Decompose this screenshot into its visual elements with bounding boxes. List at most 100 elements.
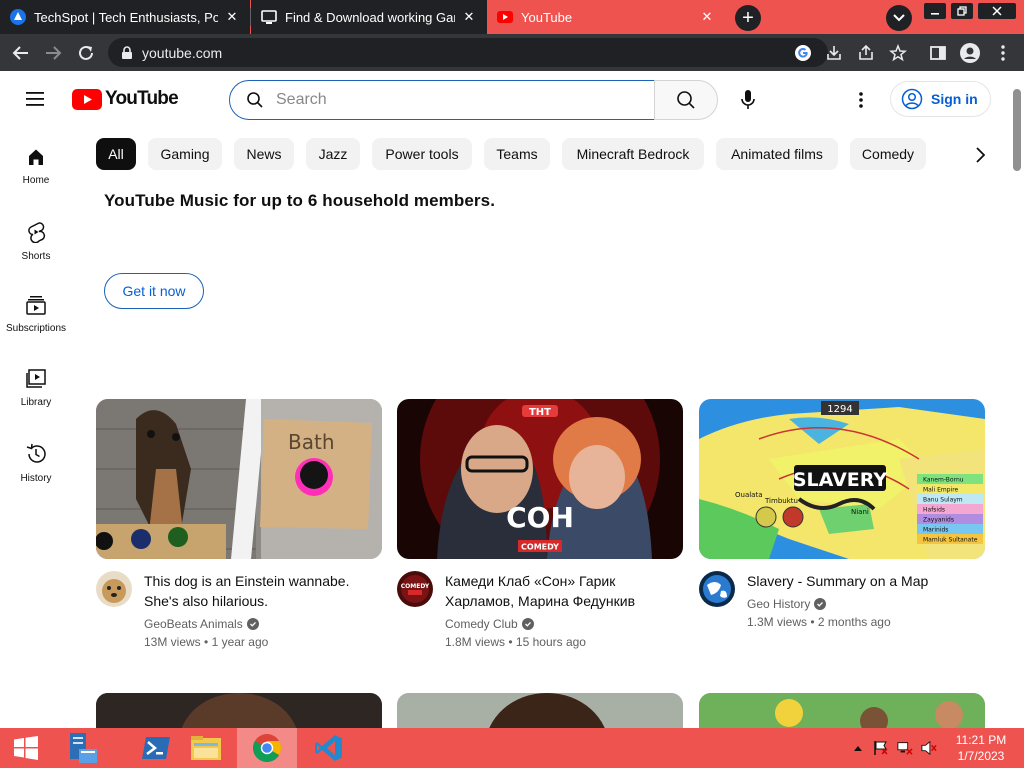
techspot-icon bbox=[10, 9, 26, 25]
tab-youtube[interactable]: YouTube ✕ bbox=[487, 0, 725, 34]
search-button[interactable] bbox=[654, 80, 718, 120]
thumb-year: 1294 bbox=[827, 404, 852, 415]
chip-teams[interactable]: Teams bbox=[484, 138, 550, 170]
chip-news[interactable]: News bbox=[234, 138, 294, 170]
channel-name[interactable]: Comedy Club bbox=[445, 617, 675, 631]
chevron-up-icon[interactable] bbox=[850, 740, 866, 756]
promo-title: YouTube Music for up to 6 household memb… bbox=[104, 191, 496, 210]
video-title[interactable]: Slavery - Summary on a Map bbox=[747, 571, 977, 591]
tab-title: YouTube bbox=[521, 9, 573, 25]
channel-avatar[interactable]: COMEDY bbox=[397, 571, 433, 607]
chrome-icon bbox=[253, 734, 281, 762]
minimize-button[interactable] bbox=[924, 3, 946, 19]
video-text: Slavery - Summary on a Map Geo History 1… bbox=[747, 571, 977, 629]
page-scrollbar[interactable] bbox=[1010, 71, 1024, 727]
close-icon[interactable]: ✕ bbox=[699, 9, 715, 25]
scrollbar-thumb[interactable] bbox=[1013, 89, 1021, 171]
profile-icon[interactable] bbox=[960, 43, 980, 63]
video-title[interactable]: Камеди Клаб «Сон» Гарик Харламов, Марина… bbox=[445, 571, 675, 611]
channel-avatar[interactable] bbox=[96, 571, 132, 607]
bookmark-star-icon[interactable] bbox=[888, 43, 908, 63]
voice-search-button[interactable] bbox=[728, 80, 768, 120]
video-thumbnail[interactable] bbox=[699, 693, 985, 733]
forward-button[interactable] bbox=[41, 41, 65, 65]
powershell-icon bbox=[142, 737, 170, 759]
close-window-button[interactable] bbox=[978, 3, 1016, 19]
tab-search-button[interactable] bbox=[886, 5, 912, 31]
sidebar-item-label: Subscriptions bbox=[5, 323, 67, 334]
video-thumbnail[interactable] bbox=[397, 693, 683, 733]
share-icon[interactable] bbox=[856, 43, 876, 63]
video-thumbnail[interactable] bbox=[96, 693, 382, 733]
install-app-icon[interactable] bbox=[824, 43, 844, 63]
start-icon bbox=[14, 736, 38, 760]
taskbar-vscode[interactable] bbox=[299, 728, 359, 768]
kebab-menu-icon[interactable] bbox=[993, 43, 1013, 63]
chip-animated-films[interactable]: Animated films bbox=[716, 138, 838, 170]
chip-power-tools[interactable]: Power tools bbox=[372, 138, 472, 170]
sidebar-item-label: Home bbox=[22, 175, 50, 186]
microphone-icon bbox=[741, 90, 755, 109]
tab-techspot[interactable]: TechSpot | Tech Enthusiasts, Power Users… bbox=[0, 0, 250, 34]
vscode-icon bbox=[315, 735, 342, 761]
sidebar-item-subscriptions[interactable]: Subscriptions bbox=[0, 275, 72, 349]
sidebar-item-library[interactable]: Library bbox=[0, 349, 72, 423]
channel-name-label: Comedy Club bbox=[445, 617, 518, 631]
subscriptions-icon bbox=[26, 296, 46, 315]
close-icon[interactable]: ✕ bbox=[461, 9, 477, 25]
video-card[interactable]: ТНТ СОН COMEDY COMEDY Камеди Клаб «Сон» … bbox=[397, 399, 683, 655]
tab-games[interactable]: Find & Download working Games ✕ bbox=[251, 0, 487, 34]
new-tab-button[interactable]: + bbox=[735, 5, 761, 31]
video-thumbnail[interactable]: Bath bbox=[96, 399, 382, 559]
channel-name[interactable]: Geo History bbox=[747, 597, 977, 611]
chip-gaming[interactable]: Gaming bbox=[148, 138, 222, 170]
get-it-now-button[interactable]: Get it now bbox=[104, 273, 204, 309]
sidebar-item-history[interactable]: History bbox=[0, 423, 72, 497]
windows-taskbar: 11:21 PM 1/7/2023 bbox=[0, 728, 1024, 768]
google-lens-icon[interactable] bbox=[793, 43, 813, 63]
network-icon[interactable] bbox=[897, 740, 913, 756]
reload-button[interactable] bbox=[74, 41, 98, 65]
action-center-flag-icon[interactable] bbox=[873, 740, 889, 756]
close-icon[interactable]: ✕ bbox=[224, 9, 240, 25]
channel-avatar[interactable] bbox=[699, 571, 735, 607]
video-card[interactable]: Bath This dog is an Einstein wannabe. Sh… bbox=[96, 399, 382, 655]
chevron-right-icon[interactable] bbox=[968, 145, 992, 165]
taskbar-chrome[interactable] bbox=[237, 728, 297, 768]
chip-jazz[interactable]: Jazz bbox=[306, 138, 360, 170]
chip-comedy[interactable]: Comedy bbox=[850, 138, 926, 170]
chip-all[interactable]: All bbox=[96, 138, 136, 170]
upload-age: 15 hours ago bbox=[515, 635, 586, 649]
search-box[interactable] bbox=[229, 80, 655, 120]
avatar-comedy-text: COMEDY bbox=[401, 583, 430, 590]
logo-text: YouTube bbox=[105, 88, 179, 109]
taskbar-server-manager[interactable] bbox=[52, 728, 112, 768]
volume-muted-icon[interactable] bbox=[921, 740, 937, 756]
settings-kebab-icon[interactable] bbox=[848, 87, 874, 113]
chip-minecraft-bedrock[interactable]: Minecraft Bedrock bbox=[562, 138, 704, 170]
search-input[interactable] bbox=[276, 91, 616, 109]
video-thumbnail[interactable]: ТНТ СОН COMEDY bbox=[397, 399, 683, 559]
video-card[interactable]: 1294 SLAVERY Oualata Timbuktu Niani Kane… bbox=[699, 399, 985, 655]
channel-name[interactable]: GeoBeats Animals bbox=[144, 617, 374, 631]
taskbar-file-explorer[interactable] bbox=[176, 728, 236, 768]
back-button[interactable] bbox=[9, 41, 33, 65]
video-thumbnail[interactable]: 1294 SLAVERY Oualata Timbuktu Niani Kane… bbox=[699, 399, 985, 559]
filter-chip-bar: All Gaming News Jazz Power tools Teams M… bbox=[96, 138, 1010, 171]
url-text: youtube.com bbox=[142, 44, 223, 61]
start-button[interactable] bbox=[0, 728, 52, 768]
sign-in-button[interactable]: Sign in bbox=[890, 81, 991, 117]
sidebar-item-shorts[interactable]: Shorts bbox=[0, 201, 72, 275]
address-bar[interactable]: youtube.com bbox=[108, 38, 828, 67]
sidebar-item-home[interactable]: Home bbox=[0, 127, 72, 201]
reload-icon bbox=[79, 45, 93, 60]
system-clock[interactable]: 11:21 PM 1/7/2023 bbox=[946, 732, 1016, 764]
youtube-logo[interactable]: YouTube bbox=[72, 88, 179, 110]
side-panel-icon[interactable] bbox=[928, 43, 948, 63]
hamburger-menu-icon[interactable] bbox=[24, 89, 48, 109]
thumb-place-niani: Niani bbox=[851, 508, 869, 516]
video-title[interactable]: This dog is an Einstein wannabe. She's a… bbox=[144, 571, 374, 611]
restore-button[interactable] bbox=[951, 3, 973, 19]
youtube-icon bbox=[497, 9, 513, 25]
file-server-icon bbox=[70, 733, 97, 763]
